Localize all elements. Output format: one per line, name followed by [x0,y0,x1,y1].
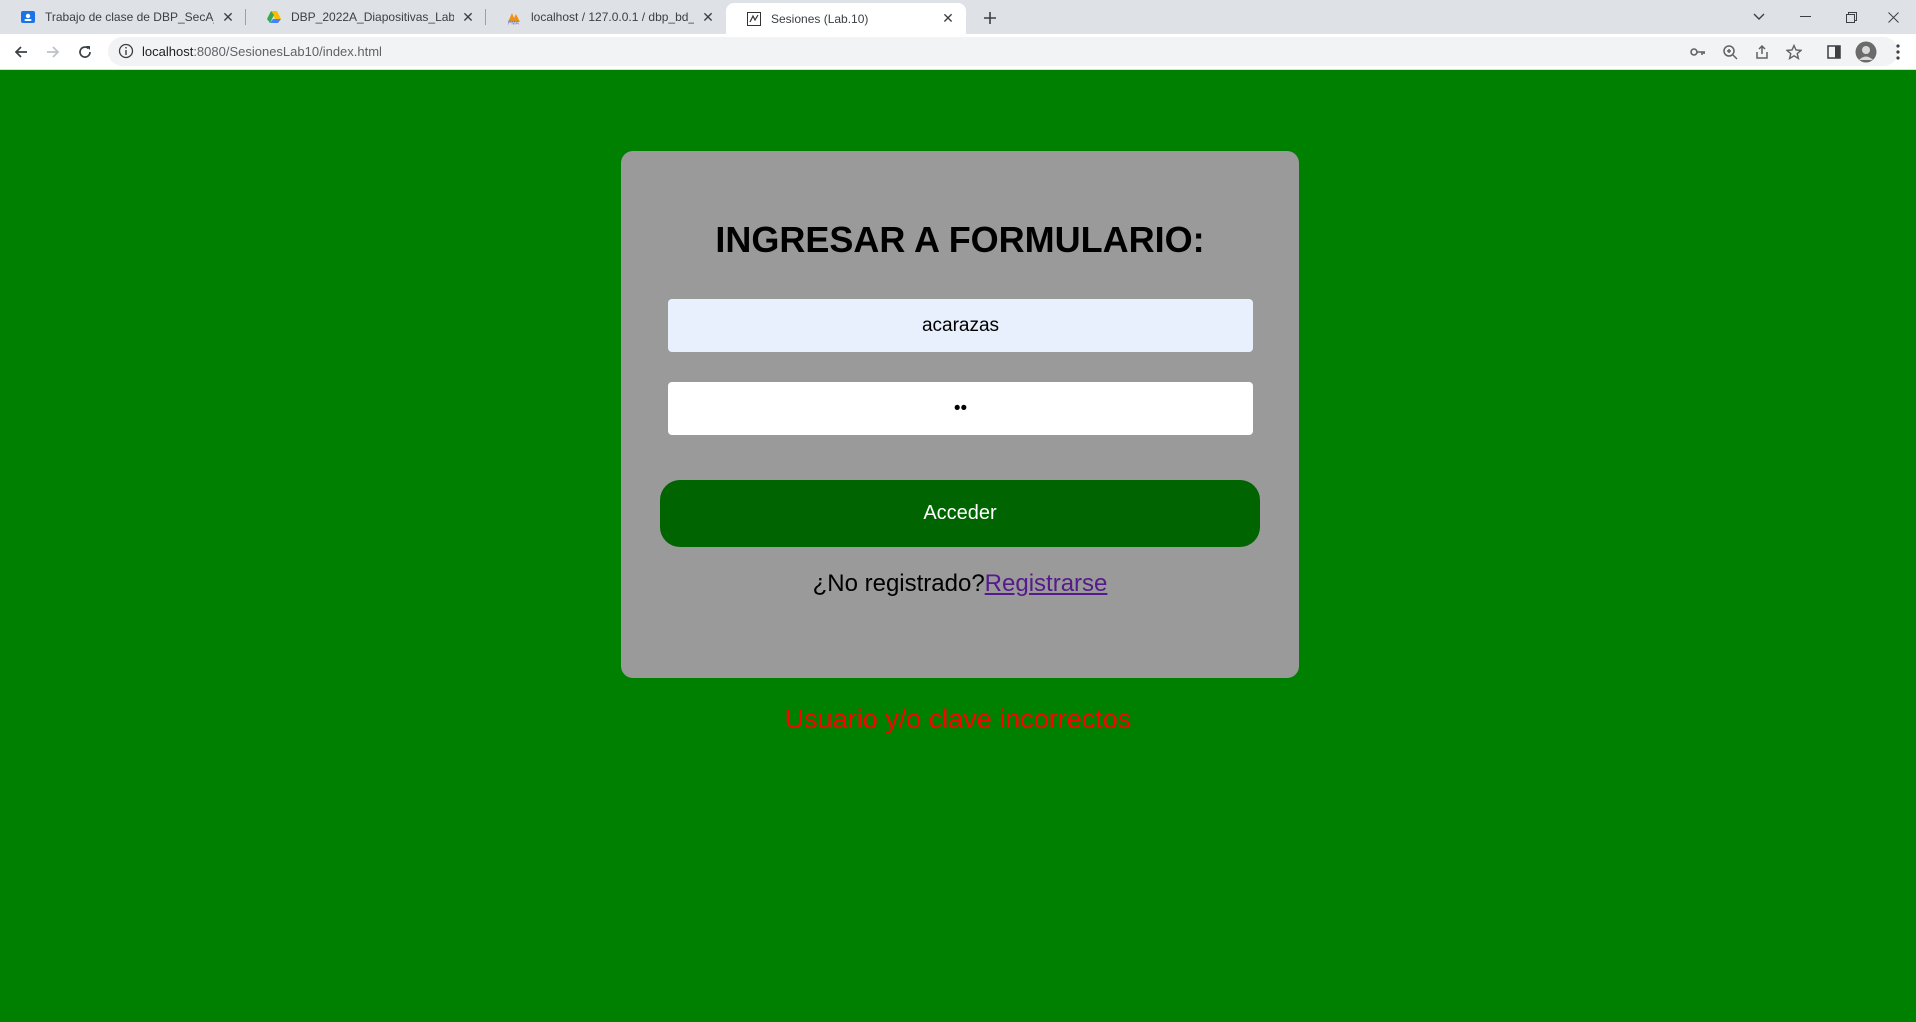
browser-toolbar: localhost:8080/SesionesLab10/index.html [0,34,1916,70]
more-vert-icon [1896,44,1900,60]
tab-title: localhost / 127.0.0.1 / dbp_bd_contactos [531,10,694,24]
form-title: INGRESAR A FORMULARIO: [715,219,1205,260]
svg-text:PMA: PMA [508,21,520,26]
close-icon[interactable]: ✕ [700,9,716,25]
side-panel-button[interactable] [1820,38,1848,66]
phpmyadmin-icon: PMA [506,9,522,25]
username-input[interactable] [668,299,1253,352]
back-button[interactable] [7,38,35,66]
tab-drive[interactable]: DBP_2022A_Diapositivas_Lab_10 - Google D… [246,0,486,34]
tab-title: DBP_2022A_Diapositivas_Lab_10 - Google D… [291,10,454,24]
plus-icon [984,12,996,24]
close-window-button[interactable] [1870,0,1916,34]
restore-button[interactable] [1828,0,1874,34]
google-classroom-icon [20,9,36,25]
close-icon [1887,11,1899,23]
close-icon[interactable]: ✕ [940,10,956,27]
tab-strip: Trabajo de clase de DBP_SecA_2022A ✕ DBP… [0,0,1916,34]
arrow-right-icon [47,46,60,58]
menu-button[interactable] [1884,38,1912,66]
reload-button[interactable] [71,38,99,66]
info-icon[interactable] [118,43,134,59]
register-link[interactable]: Registrarse [985,570,1108,597]
page-icon [746,11,762,27]
minimize-icon [1799,16,1811,17]
register-prompt: ¿No registrado? [812,570,985,597]
forward-button[interactable] [39,38,67,66]
new-tab-button[interactable] [976,4,1004,32]
bookmark-star-icon[interactable] [1785,43,1803,61]
login-card: INGRESAR A FORMULARIO: Acceder ¿No regis… [621,151,1299,678]
close-icon[interactable]: ✕ [460,9,476,25]
close-icon[interactable]: ✕ [220,9,236,25]
key-icon[interactable] [1689,43,1707,61]
tab-search-button[interactable] [1736,0,1782,34]
address-bar[interactable]: localhost:8080/SesionesLab10/index.html [108,37,1898,66]
tab-title: Sesiones (Lab.10) [771,11,869,26]
tab-classroom[interactable]: Trabajo de clase de DBP_SecA_2022A ✕ [0,0,246,34]
url-path: :8080/SesionesLab10/index.html [193,44,382,59]
share-icon[interactable] [1753,43,1771,61]
avatar [1855,41,1877,63]
error-message: Usuario y/o clave incorrectos [784,704,1132,734]
side-panel-icon [1827,45,1841,59]
password-input[interactable] [668,382,1253,435]
minimize-button[interactable] [1782,0,1828,34]
acceder-button[interactable]: Acceder [660,480,1260,547]
chevron-down-icon [1753,13,1765,20]
tab-phpmyadmin[interactable]: PMA localhost / 127.0.0.1 / dbp_bd_conta… [486,0,726,34]
tab-sesiones[interactable]: Sesiones (Lab.10) ✕ [726,3,966,34]
register-line: ¿No registrado?Registrarse [621,570,1299,598]
google-drive-icon [266,9,282,25]
zoom-icon[interactable] [1721,43,1739,61]
arrow-left-icon [14,46,27,58]
reload-icon [79,46,91,58]
url-host: localhost [142,44,194,59]
url-text: localhost:8080/SesionesLab10/index.html [142,44,382,59]
profile-button[interactable] [1852,38,1880,66]
restore-icon [1845,11,1857,23]
tab-title: Trabajo de clase de DBP_SecA_2022A [45,10,214,24]
